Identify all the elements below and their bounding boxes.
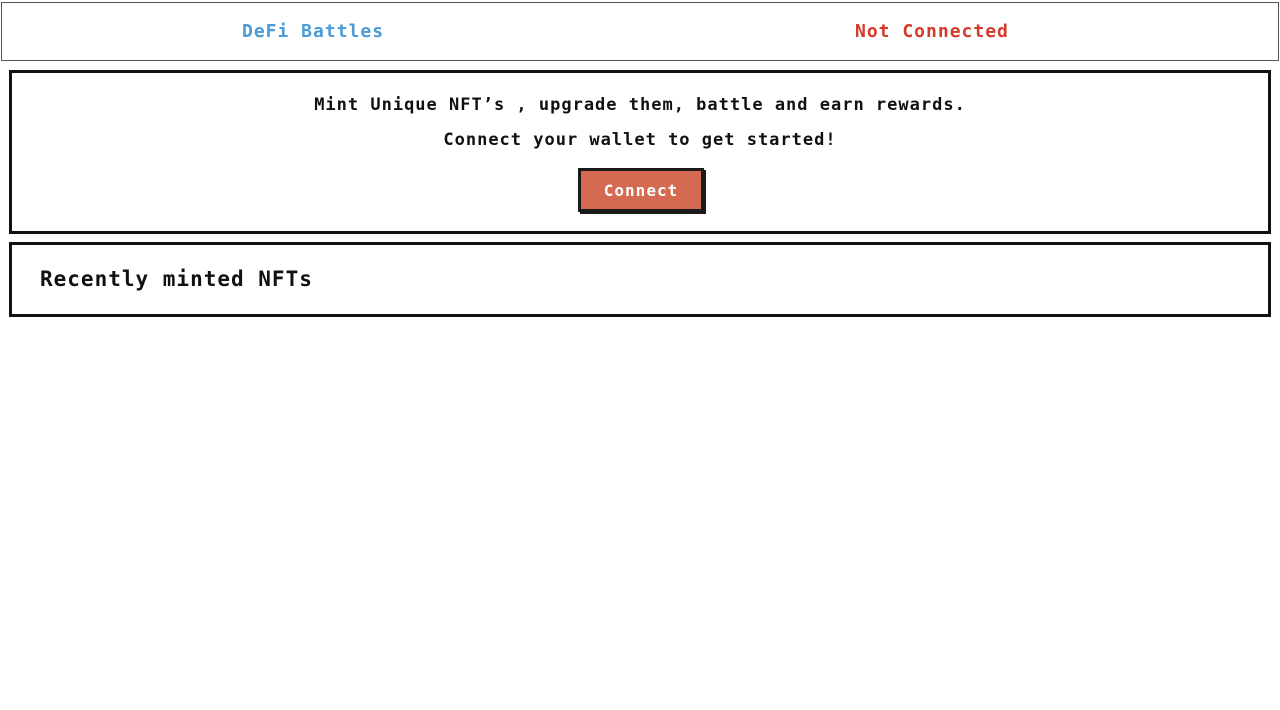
intro-instruction: Connect your wallet to get started! bbox=[443, 130, 837, 150]
intro-panel: Mint Unique NFT’s , upgrade them, battle… bbox=[9, 70, 1271, 234]
recent-nfts-title: Recently minted NFTs bbox=[40, 267, 313, 291]
top-navbar: DeFi Battles Not Connected bbox=[1, 2, 1279, 61]
connection-status: Not Connected bbox=[855, 21, 1009, 42]
app-page: DeFi Battles Not Connected Mint Unique N… bbox=[0, 0, 1280, 710]
brand-link[interactable]: DeFi Battles bbox=[242, 21, 384, 42]
intro-tagline: Mint Unique NFT’s , upgrade them, battle… bbox=[314, 95, 966, 115]
recent-nfts-panel: Recently minted NFTs bbox=[9, 242, 1271, 317]
connect-wallet-button[interactable]: Connect bbox=[578, 168, 704, 212]
